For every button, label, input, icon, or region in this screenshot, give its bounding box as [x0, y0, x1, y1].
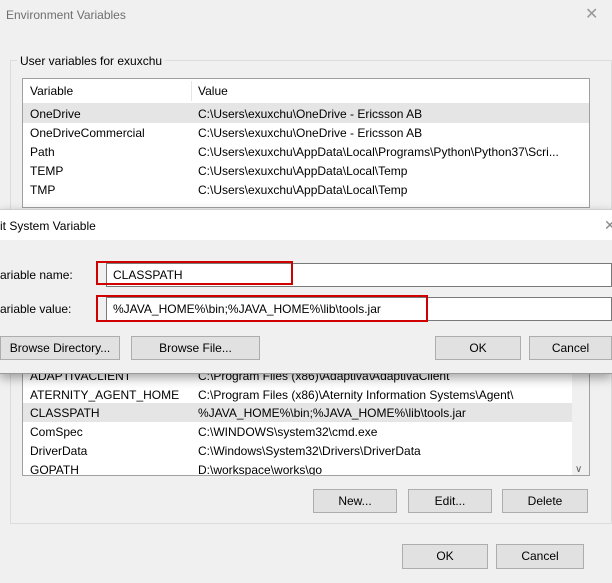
- variable-name: TEMP: [30, 164, 64, 178]
- variable-value: C:\Users\exuxchu\AppData\Local\Programs\…: [198, 145, 559, 159]
- column-header-value[interactable]: Value: [198, 84, 228, 98]
- close-icon[interactable]: ✕: [604, 217, 612, 234]
- variable-value: C:\Windows\System32\Drivers\DriverData: [198, 444, 421, 458]
- table-row[interactable]: ComSpec C:\WINDOWS\system32\cmd.exe: [23, 422, 589, 441]
- vertical-scrollbar[interactable]: ∨: [572, 365, 589, 475]
- table-row[interactable]: OneDrive C:\Users\exuxchu\OneDrive - Eri…: [23, 104, 589, 123]
- variable-name: ATERNITY_AGENT_HOME: [30, 388, 180, 402]
- variable-value: C:\Users\exuxchu\AppData\Local\Temp: [198, 164, 408, 178]
- highlight-box: [96, 261, 293, 285]
- column-header-variable[interactable]: Variable: [30, 84, 73, 98]
- variable-name: Path: [30, 145, 55, 159]
- variable-value-label: ariable value:: [0, 302, 72, 316]
- dialog-ok-button[interactable]: OK: [435, 336, 521, 360]
- variable-value: %JAVA_HOME%\bin;%JAVA_HOME%\lib\tools.ja…: [198, 406, 466, 420]
- user-variables-list[interactable]: Variable Value OneDrive C:\Users\exuxchu…: [22, 78, 590, 208]
- system-variables-list[interactable]: ADAPTIVACLIENT C:\Program Files (x86)\Ad…: [22, 364, 590, 476]
- variable-name: ComSpec: [30, 425, 83, 439]
- variable-value: C:\WINDOWS\system32\cmd.exe: [198, 425, 378, 439]
- cancel-button[interactable]: Cancel: [496, 544, 584, 569]
- variable-name: OneDriveCommercial: [30, 126, 145, 140]
- variable-name: DriverData: [30, 444, 88, 458]
- variable-value: C:\Users\exuxchu\AppData\Local\Temp: [198, 183, 408, 197]
- edit-system-variable-dialog: it System Variable ✕ ariable name: CLASS…: [0, 209, 612, 374]
- table-row[interactable]: GOPATH D:\workspace\works\go: [23, 460, 589, 476]
- variable-name: GOPATH: [30, 463, 79, 476]
- list-header: Variable Value: [23, 79, 589, 104]
- dialog-titlebar: it System Variable ✕: [0, 210, 612, 240]
- delete-button[interactable]: Delete: [502, 489, 588, 513]
- ok-button[interactable]: OK: [402, 544, 488, 569]
- variable-name: TMP: [30, 183, 56, 197]
- table-row[interactable]: Path C:\Users\exuxchu\AppData\Local\Prog…: [23, 142, 589, 161]
- table-row[interactable]: TEMP C:\Users\exuxchu\AppData\Local\Temp: [23, 161, 589, 180]
- close-icon[interactable]: ✕: [585, 4, 598, 24]
- variable-name: OneDrive: [30, 107, 81, 121]
- user-variables-label: User variables for exuxchu: [17, 54, 166, 68]
- variable-value: C:\Users\exuxchu\OneDrive - Ericsson AB: [198, 126, 423, 140]
- dialog-cancel-button[interactable]: Cancel: [529, 336, 612, 360]
- browse-file-button[interactable]: Browse File...: [131, 336, 260, 360]
- browse-directory-button[interactable]: Browse Directory...: [0, 336, 120, 360]
- new-button[interactable]: New...: [313, 489, 397, 513]
- variable-name-label: ariable name:: [0, 268, 73, 282]
- table-row[interactable]: TMP C:\Users\exuxchu\AppData\Local\Temp: [23, 180, 589, 199]
- variable-value: C:\Users\exuxchu\OneDrive - Ericsson AB: [198, 107, 423, 121]
- variable-value: D:\workspace\works\go: [198, 463, 323, 476]
- table-row[interactable]: CLASSPATH %JAVA_HOME%\bin;%JAVA_HOME%\li…: [23, 403, 589, 422]
- edit-button[interactable]: Edit...: [408, 489, 492, 513]
- variable-name: CLASSPATH: [30, 406, 100, 420]
- variable-value: C:\Program Files (x86)\Aternity Informat…: [198, 388, 514, 402]
- table-row[interactable]: ATERNITY_AGENT_HOME C:\Program Files (x8…: [23, 385, 589, 404]
- highlight-box: [96, 295, 428, 322]
- window-title: Environment Variables: [6, 8, 126, 22]
- table-row[interactable]: OneDriveCommercial C:\Users\exuxchu\OneD…: [23, 123, 589, 142]
- dialog-title: it System Variable: [0, 219, 96, 233]
- table-row[interactable]: DriverData C:\Windows\System32\Drivers\D…: [23, 441, 589, 460]
- chevron-down-icon[interactable]: ∨: [575, 464, 582, 475]
